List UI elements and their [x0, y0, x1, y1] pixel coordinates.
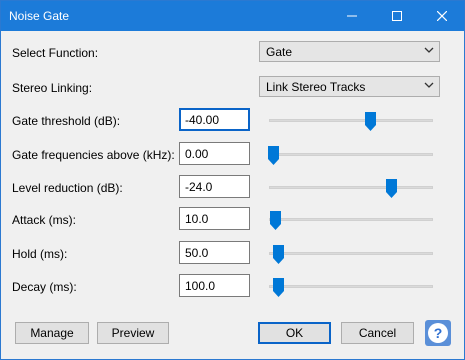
help-button[interactable]: ?	[425, 320, 451, 346]
attack-slider[interactable]	[269, 211, 433, 230]
decay-field[interactable]: 100.0	[179, 274, 250, 297]
minimize-button[interactable]	[329, 1, 374, 31]
stereo-linking-label: Stereo Linking:	[12, 81, 93, 95]
slider-thumb[interactable]	[365, 112, 377, 131]
level-reduction-label: Level reduction (dB):	[12, 181, 123, 195]
close-icon	[436, 11, 447, 21]
maximize-button[interactable]	[374, 1, 419, 31]
select-function-value: Gate	[266, 45, 293, 59]
hold-field[interactable]: 50.0	[179, 241, 250, 264]
hold-value: 50.0	[185, 246, 209, 260]
decay-label: Decay (ms):	[12, 280, 77, 294]
chevron-down-icon	[424, 47, 434, 53]
gate-threshold-value: -40.00	[185, 113, 220, 127]
maximize-icon	[391, 11, 402, 21]
stereo-linking-value: Link Stereo Tracks	[266, 80, 366, 94]
noise-gate-dialog: Noise Gate Select Function: Gate Stereo …	[0, 0, 465, 360]
gate-threshold-field[interactable]: -40.00	[179, 108, 250, 131]
slider-thumb[interactable]	[273, 245, 285, 264]
ok-button[interactable]: OK	[258, 322, 331, 344]
manage-button[interactable]: Manage	[15, 322, 89, 344]
hold-slider[interactable]	[269, 245, 433, 264]
gate-threshold-label: Gate threshold (dB):	[12, 114, 121, 128]
attack-value: 10.0	[185, 212, 209, 226]
cancel-button[interactable]: Cancel	[341, 322, 414, 344]
stereo-linking-dropdown[interactable]: Link Stereo Tracks	[259, 76, 440, 97]
close-button[interactable]	[419, 1, 464, 31]
slider-thumb[interactable]	[386, 179, 398, 198]
attack-field[interactable]: 10.0	[179, 207, 250, 230]
minimize-icon	[346, 15, 357, 17]
gate-frequencies-label: Gate frequencies above (kHz):	[12, 148, 175, 162]
slider-thumb[interactable]	[268, 146, 280, 165]
level-reduction-field[interactable]: -24.0	[179, 175, 250, 198]
chevron-down-icon	[424, 82, 434, 88]
window-title: Noise Gate	[9, 9, 70, 23]
preview-button[interactable]: Preview	[97, 322, 169, 344]
select-function-label: Select Function:	[12, 46, 99, 60]
hold-label: Hold (ms):	[12, 247, 68, 261]
gate-frequencies-slider[interactable]	[268, 146, 433, 165]
gate-frequencies-field[interactable]: 0.00	[179, 142, 250, 165]
slider-thumb[interactable]	[273, 278, 285, 297]
gate-frequencies-value: 0.00	[185, 147, 209, 161]
level-reduction-value: -24.0	[185, 180, 213, 194]
title-bar[interactable]: Noise Gate	[1, 1, 464, 31]
level-reduction-slider[interactable]	[269, 179, 433, 198]
attack-label: Attack (ms):	[12, 213, 77, 227]
select-function-dropdown[interactable]: Gate	[259, 41, 440, 62]
gate-threshold-slider[interactable]	[269, 112, 433, 131]
decay-slider[interactable]	[269, 278, 433, 297]
decay-value: 100.0	[185, 279, 216, 293]
help-icon: ?	[428, 323, 448, 343]
slider-thumb[interactable]	[269, 211, 281, 230]
